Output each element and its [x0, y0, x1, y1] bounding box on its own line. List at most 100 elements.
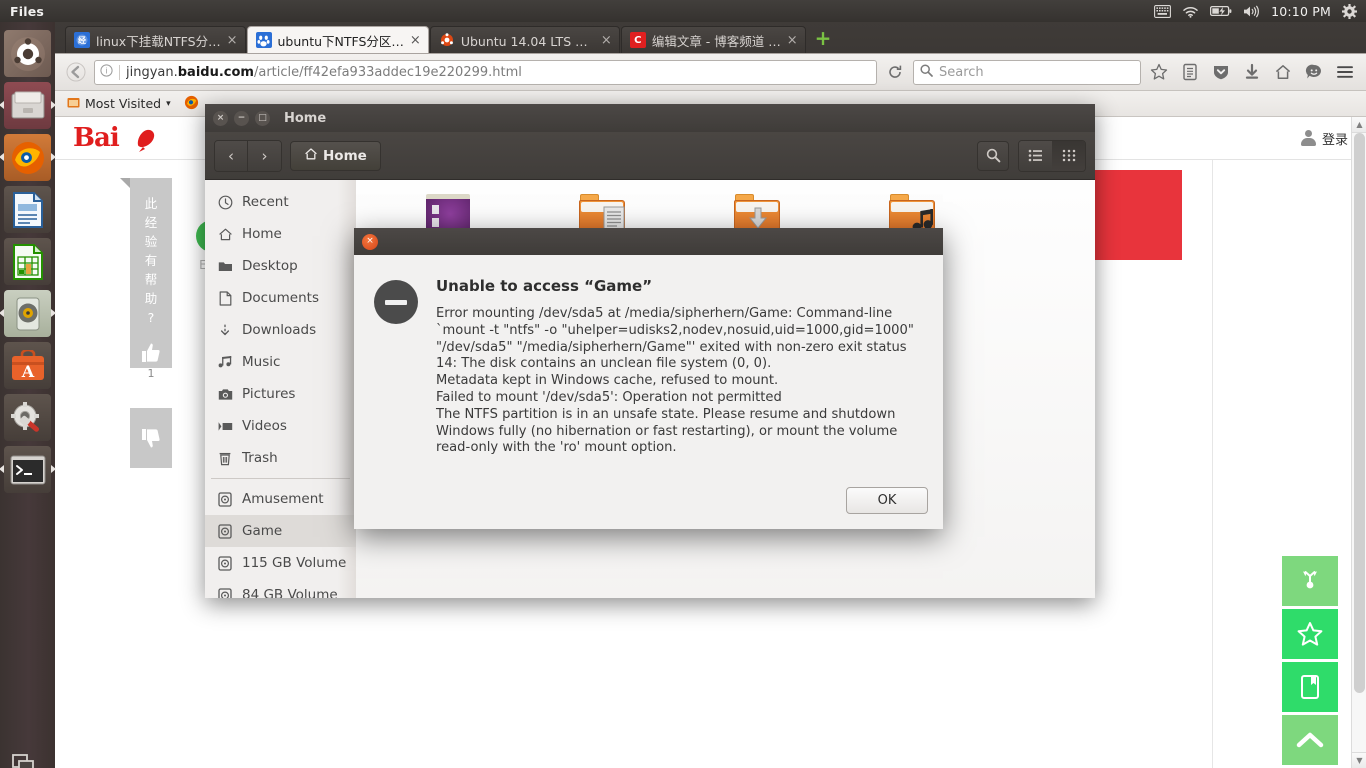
- scrollbar-thumb[interactable]: [1354, 133, 1365, 693]
- thumbs-down-button[interactable]: [130, 408, 172, 468]
- error-dialog: × Unable to access “Game” Error mounting…: [354, 228, 943, 529]
- folder-icon: [217, 260, 233, 273]
- wifi-icon[interactable]: [1182, 5, 1199, 18]
- home-icon[interactable]: [1270, 59, 1296, 85]
- login-area[interactable]: 登录: [1300, 129, 1348, 148]
- browser-tab-2[interactable]: Ubuntu 14.04 LTS 洗… ×: [429, 26, 620, 53]
- thumbs-up-button[interactable]: 1: [139, 341, 163, 380]
- sidebar-item-recent[interactable]: Recent: [205, 186, 356, 218]
- sidebar-item-trash[interactable]: Trash: [205, 442, 356, 474]
- csdn-icon: C: [629, 32, 646, 48]
- menu-hamburger-icon[interactable]: [1332, 59, 1358, 85]
- unity-launcher: A: [0, 22, 56, 768]
- search-icon: [920, 63, 933, 81]
- files-titlebar[interactable]: × − □ Home: [205, 104, 1095, 132]
- launcher-item-rhythmbox[interactable]: [0, 290, 56, 337]
- launcher-item-software-center[interactable]: A: [4, 342, 51, 389]
- files-view-toggle: [1018, 139, 1086, 172]
- launcher-item-terminal[interactable]: [0, 446, 56, 493]
- launcher-item-files[interactable]: [0, 82, 56, 129]
- url-bar[interactable]: i jingyan.baidu.com/article/ff42efa933ad…: [94, 59, 877, 85]
- page-scrollbar[interactable]: ▲ ▼: [1351, 117, 1366, 768]
- launcher-item-workspace-switcher[interactable]: [4, 743, 51, 768]
- bookmark-icon[interactable]: [1282, 662, 1338, 712]
- sidebar-item-home[interactable]: Home: [205, 218, 356, 250]
- bookmark-star-icon[interactable]: [1146, 59, 1172, 85]
- tab-close-icon[interactable]: ×: [410, 34, 421, 47]
- gear-icon[interactable]: [1342, 3, 1357, 19]
- window-minimize-button[interactable]: −: [234, 110, 249, 126]
- sync-smiley-icon[interactable]: [1301, 59, 1327, 85]
- thumbs-down-icon: [142, 429, 160, 448]
- scroll-down-button[interactable]: ▼: [1352, 752, 1366, 768]
- favorite-star-icon[interactable]: [1282, 609, 1338, 659]
- panel-app-title[interactable]: Files: [10, 4, 44, 19]
- login-label[interactable]: 登录: [1322, 129, 1348, 148]
- downloads-icon[interactable]: [1239, 59, 1265, 85]
- sidebar-item-game[interactable]: Game: [205, 515, 356, 547]
- list-view-button[interactable]: [1019, 140, 1052, 171]
- launcher-item-libreoffice-writer[interactable]: [4, 186, 51, 233]
- browser-tab-3[interactable]: C 编辑文章 - 博客频道 … ×: [620, 26, 806, 53]
- path-bar-label: Home: [323, 147, 367, 164]
- thumbs-up-count: 1: [147, 367, 155, 380]
- browser-tab-0[interactable]: 经 linux下挂载NTFS分… ×: [65, 26, 246, 53]
- sidebar-item-videos[interactable]: Videos: [205, 410, 356, 442]
- reload-icon[interactable]: [882, 59, 908, 85]
- window-maximize-button[interactable]: □: [255, 110, 270, 126]
- firefox-icon: [184, 95, 199, 113]
- scroll-to-top-icon[interactable]: [1282, 715, 1338, 765]
- camera-icon: [217, 388, 233, 401]
- vote-char-2: 验: [144, 234, 158, 249]
- tab-close-icon[interactable]: ×: [787, 34, 798, 47]
- sidebar-item-music[interactable]: Music: [205, 346, 356, 378]
- volume-icon[interactable]: [1243, 5, 1260, 18]
- keyboard-icon[interactable]: [1154, 4, 1172, 18]
- reader-view-icon[interactable]: [1177, 59, 1203, 85]
- launcher-item-system-settings[interactable]: [4, 394, 51, 441]
- info-icon[interactable]: i: [100, 63, 113, 81]
- sidebar-label: 84 GB Volume: [242, 587, 338, 598]
- launcher-item-ubuntu-dash[interactable]: [4, 30, 51, 77]
- clock[interactable]: 10:10 PM: [1271, 4, 1331, 19]
- scroll-up-button[interactable]: ▲: [1352, 117, 1366, 133]
- sidebar-item-pictures[interactable]: Pictures: [205, 378, 356, 410]
- dialog-close-button[interactable]: ×: [362, 233, 378, 250]
- browser-tab-label: Ubuntu 14.04 LTS 洗…: [460, 33, 595, 49]
- sidebar-item-desktop[interactable]: Desktop: [205, 250, 356, 282]
- new-tab-button[interactable]: +: [815, 26, 832, 50]
- files-search-button[interactable]: [977, 140, 1009, 171]
- grid-view-button[interactable]: [1052, 140, 1085, 171]
- share-icon[interactable]: [1282, 556, 1338, 606]
- bookmark-most-visited[interactable]: Most Visited ▾: [63, 95, 175, 113]
- home-icon: [217, 227, 233, 242]
- sidebar-item-84gb-volume[interactable]: 84 GB Volume: [205, 579, 356, 598]
- sidebar-label: Documents: [242, 290, 319, 306]
- vote-char-1: 经: [144, 215, 158, 230]
- files-back-button[interactable]: ‹: [215, 140, 248, 171]
- sidebar-item-115gb-volume[interactable]: 115 GB Volume: [205, 547, 356, 579]
- bookmark-firefox[interactable]: [180, 94, 203, 114]
- path-bar-home-button[interactable]: Home: [290, 140, 381, 171]
- sidebar-item-downloads[interactable]: Downloads: [205, 314, 356, 346]
- sidebar-item-amusement[interactable]: Amusement: [205, 483, 356, 515]
- browser-tab-1[interactable]: ubuntu下NTFS分区… ×: [246, 26, 429, 53]
- back-arrow-icon[interactable]: [63, 59, 89, 85]
- chevron-down-icon[interactable]: ▾: [166, 99, 171, 109]
- dialog-ok-button[interactable]: OK: [846, 486, 928, 514]
- tab-close-icon[interactable]: ×: [601, 34, 612, 47]
- search-bar[interactable]: Search: [913, 59, 1141, 85]
- tab-close-icon[interactable]: ×: [227, 34, 238, 47]
- baidu-logo[interactable]: Bai: [73, 123, 120, 153]
- battery-charging-icon[interactable]: [1210, 5, 1232, 17]
- search-input-placeholder[interactable]: Search: [939, 65, 984, 80]
- home-icon: [304, 147, 318, 165]
- launcher-item-firefox[interactable]: [0, 134, 56, 181]
- files-forward-button[interactable]: ›: [248, 140, 281, 171]
- dialog-titlebar[interactable]: ×: [354, 228, 943, 255]
- sidebar-item-documents[interactable]: Documents: [205, 282, 356, 314]
- pocket-shield-icon[interactable]: [1208, 59, 1234, 85]
- browser-tab-label: linux下挂载NTFS分…: [96, 33, 221, 49]
- window-close-button[interactable]: ×: [213, 110, 228, 126]
- launcher-item-libreoffice-calc[interactable]: [4, 238, 51, 285]
